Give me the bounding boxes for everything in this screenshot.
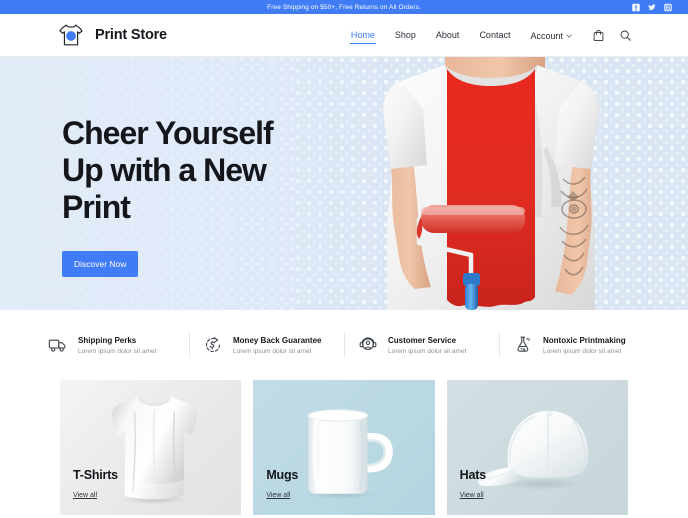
site-header: Print Store Home Shop About Contact Acco…: [0, 14, 688, 57]
feature-title: Nontoxic Printmaking: [543, 335, 626, 345]
category-card-mugs[interactable]: Mugs View all: [253, 380, 435, 515]
category-card-hats[interactable]: Hats View all: [446, 380, 628, 515]
feature-nontoxic-printmaking: Nontoxic Printmaking Lorem ipsum dolor s…: [499, 335, 654, 355]
hero-title-line-2: Up with a New: [62, 151, 267, 188]
hero-section: Cheer Yourself Up with a New Print Disco…: [0, 57, 688, 310]
discover-now-button[interactable]: Discover Now: [62, 251, 139, 278]
nav-item-about[interactable]: About: [426, 27, 470, 43]
feature-subtitle: Lorem ipsum dolor sit amet: [388, 347, 467, 355]
feature-subtitle: Lorem ipsum dolor sit amet: [543, 347, 622, 355]
feature-customer-service: Customer Service Lorem ipsum dolor sit a…: [344, 335, 499, 355]
brand-logo[interactable]: Print Store: [56, 20, 167, 50]
flask-icon: [513, 335, 533, 355]
feature-title: Money Back Guarantee: [233, 335, 322, 345]
features-bar: Shipping Perks Lorem ipsum dolor sit ame…: [0, 310, 688, 380]
feature-shipping-perks: Shipping Perks Lorem ipsum dolor sit ame…: [34, 335, 189, 355]
hero-content: Cheer Yourself Up with a New Print Disco…: [0, 57, 320, 278]
card-text: Mugs View all: [266, 468, 298, 502]
hero-title-line-3: Print: [62, 188, 131, 225]
card-view-all-link[interactable]: View all: [266, 492, 290, 499]
category-cards: T-Shirts View all Mugs View all Hats Vie…: [0, 380, 688, 515]
feature-title: Customer Service: [388, 335, 457, 345]
main-navigation: Home Shop About Contact Account: [341, 27, 670, 44]
facebook-icon[interactable]: [632, 3, 640, 11]
delivery-truck-icon: [48, 335, 68, 355]
feature-subtitle: Lorem ipsum dolor sit amet: [233, 347, 312, 355]
feature-subtitle: Lorem ipsum dolor sit amet: [78, 347, 157, 355]
nav-item-account[interactable]: Account: [520, 27, 582, 44]
card-title: Hats: [459, 468, 486, 482]
card-text: T-Shirts View all: [73, 468, 118, 502]
twitter-icon[interactable]: [648, 3, 656, 11]
card-view-all-link[interactable]: View all: [73, 492, 97, 499]
social-links: [632, 0, 672, 14]
nav-item-contact[interactable]: Contact: [469, 27, 520, 43]
nav-item-account-label: Account: [530, 30, 563, 41]
money-back-icon: [203, 335, 223, 355]
tshirt-logo-icon: [56, 20, 86, 50]
nav-item-home[interactable]: Home: [341, 27, 385, 44]
feature-copy: Shipping Perks Lorem ipsum dolor sit ame…: [78, 336, 156, 355]
category-card-tshirts[interactable]: T-Shirts View all: [60, 380, 242, 515]
announcement-text: Free Shipping on $50+, Free Returns on A…: [267, 3, 421, 11]
shopping-bag-icon[interactable]: [592, 29, 605, 42]
chevron-down-icon: [566, 30, 572, 40]
search-icon[interactable]: [619, 29, 632, 42]
instagram-icon[interactable]: [664, 3, 672, 11]
hero-title-line-1: Cheer Yourself: [62, 115, 274, 151]
hero-title: Cheer Yourself Up with a New Print: [62, 115, 320, 225]
feature-copy: Customer Service Lorem ipsum dolor sit a…: [388, 336, 466, 355]
feature-copy: Nontoxic Printmaking Lorem ipsum dolor s…: [543, 336, 626, 355]
header-icon-group: [592, 29, 632, 42]
card-view-all-link[interactable]: View all: [460, 492, 484, 499]
card-text: Hats View all: [460, 468, 486, 502]
feature-copy: Money Back Guarantee Lorem ipsum dolor s…: [233, 336, 321, 355]
announcement-bar: Free Shipping on $50+, Free Returns on A…: [0, 0, 688, 14]
brand-name: Print Store: [95, 27, 167, 43]
card-title: Mugs: [266, 468, 299, 482]
feature-title: Shipping Perks: [78, 335, 137, 345]
feature-money-back-guarantee: Money Back Guarantee Lorem ipsum dolor s…: [189, 335, 344, 355]
nav-item-shop[interactable]: Shop: [385, 27, 426, 43]
headset-support-icon: [358, 335, 378, 355]
card-title: T-Shirts: [73, 468, 118, 482]
